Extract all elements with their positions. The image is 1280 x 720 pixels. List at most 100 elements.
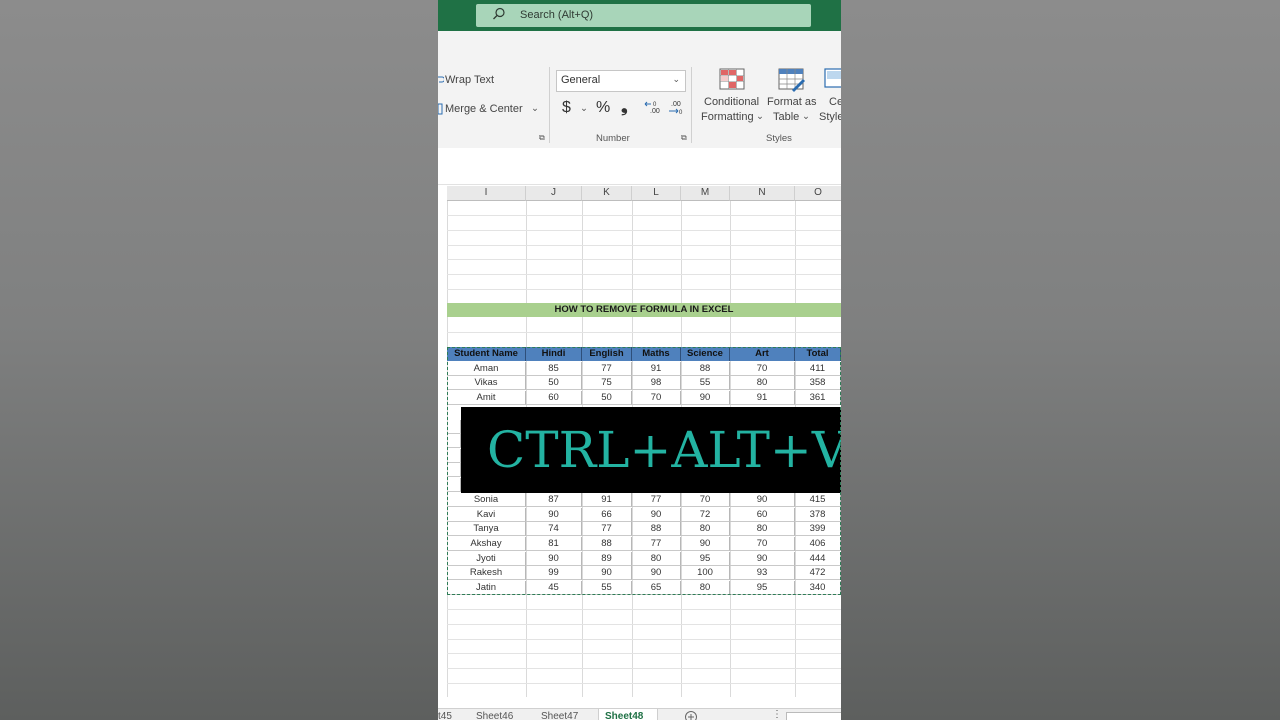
table-cell[interactable]: 72 bbox=[681, 508, 730, 522]
increase-decimal-icon[interactable]: .00 0 bbox=[644, 100, 662, 116]
table-cell[interactable]: 88 bbox=[632, 522, 681, 536]
table-cell[interactable]: 90 bbox=[730, 552, 795, 566]
decrease-decimal-icon[interactable]: .00 0 bbox=[666, 100, 684, 116]
table-cell[interactable]: 70 bbox=[730, 537, 795, 551]
table-header-cell[interactable]: English bbox=[582, 347, 632, 361]
table-cell[interactable]: 99 bbox=[526, 566, 582, 580]
table-cell[interactable]: 55 bbox=[582, 581, 632, 595]
table-cell[interactable]: Akshay bbox=[447, 537, 526, 551]
table-cell[interactable] bbox=[447, 434, 461, 448]
percent-style-button[interactable]: % bbox=[596, 99, 610, 117]
conditional-formatting-label-2[interactable]: Formatting bbox=[701, 111, 754, 123]
cell-styles-label[interactable]: Ce bbox=[829, 96, 841, 108]
table-cell[interactable] bbox=[447, 463, 461, 477]
column-header-N[interactable]: N bbox=[730, 186, 795, 201]
table-cell[interactable]: Kavi bbox=[447, 508, 526, 522]
table-cell[interactable]: 95 bbox=[730, 581, 795, 595]
cell-styles-label-2[interactable]: Style bbox=[819, 111, 841, 123]
table-cell[interactable]: 77 bbox=[582, 522, 632, 536]
table-cell[interactable]: 90 bbox=[582, 566, 632, 580]
table-cell[interactable]: 80 bbox=[730, 522, 795, 536]
table-cell[interactable]: 472 bbox=[795, 566, 841, 580]
number-format-select[interactable]: General ⌄ bbox=[556, 70, 686, 92]
table-cell[interactable]: 55 bbox=[681, 376, 730, 390]
table-cell[interactable]: 70 bbox=[632, 391, 681, 405]
table-cell[interactable]: 98 bbox=[632, 376, 681, 390]
table-cell[interactable]: 90 bbox=[526, 552, 582, 566]
table-cell[interactable]: 80 bbox=[681, 581, 730, 595]
table-cell[interactable]: Jatin bbox=[447, 581, 526, 595]
table-cell[interactable]: 66 bbox=[582, 508, 632, 522]
table-cell[interactable]: 95 bbox=[681, 552, 730, 566]
table-cell[interactable]: 77 bbox=[632, 493, 681, 507]
table-cell[interactable]: 85 bbox=[526, 362, 582, 376]
add-sheet-icon[interactable] bbox=[684, 710, 698, 720]
table-cell[interactable]: 406 bbox=[795, 537, 841, 551]
table-cell[interactable]: 90 bbox=[681, 391, 730, 405]
table-cell[interactable]: Aman bbox=[447, 362, 526, 376]
formula-bar-area[interactable] bbox=[438, 148, 841, 185]
table-cell[interactable]: 91 bbox=[632, 362, 681, 376]
table-cell[interactable]: 378 bbox=[795, 508, 841, 522]
table-cell[interactable]: 411 bbox=[795, 362, 841, 376]
table-cell[interactable] bbox=[447, 449, 461, 463]
wrap-text-button[interactable]: Wrap Text bbox=[445, 74, 494, 86]
table-cell[interactable]: 90 bbox=[632, 508, 681, 522]
table-cell[interactable]: 60 bbox=[526, 391, 582, 405]
table-cell[interactable]: 80 bbox=[730, 376, 795, 390]
number-dialog-launcher-icon[interactable]: ⧉ bbox=[681, 133, 687, 143]
table-cell[interactable]: Amit bbox=[447, 391, 526, 405]
sheet-title[interactable]: HOW TO REMOVE FORMULA IN EXCEL bbox=[447, 303, 841, 317]
table-cell[interactable]: 91 bbox=[582, 493, 632, 507]
table-cell[interactable]: 77 bbox=[582, 362, 632, 376]
table-cell[interactable]: 45 bbox=[526, 581, 582, 595]
table-cell[interactable]: 50 bbox=[582, 391, 632, 405]
horizontal-scrollbar[interactable] bbox=[786, 712, 841, 720]
table-cell[interactable]: 415 bbox=[795, 493, 841, 507]
table-cell[interactable]: 340 bbox=[795, 581, 841, 595]
table-cell[interactable]: Tanya bbox=[447, 522, 526, 536]
table-cell[interactable] bbox=[447, 420, 461, 434]
conditional-formatting-label[interactable]: Conditional bbox=[704, 96, 759, 108]
column-header-O[interactable]: O bbox=[795, 186, 841, 201]
table-cell[interactable]: 399 bbox=[795, 522, 841, 536]
table-cell[interactable]: Sonia bbox=[447, 493, 526, 507]
table-cell[interactable]: 90 bbox=[526, 508, 582, 522]
format-as-table-label-2[interactable]: Table bbox=[773, 111, 799, 123]
table-cell[interactable]: Rakesh bbox=[447, 566, 526, 580]
table-cell[interactable]: 444 bbox=[795, 552, 841, 566]
column-header-I[interactable]: I bbox=[447, 186, 526, 201]
table-header-cell[interactable]: Hindi bbox=[526, 347, 582, 361]
table-cell[interactable]: 80 bbox=[632, 552, 681, 566]
table-cell[interactable]: 361 bbox=[795, 391, 841, 405]
table-cell[interactable]: Jyoti bbox=[447, 552, 526, 566]
table-cell[interactable]: 70 bbox=[730, 362, 795, 376]
table-cell[interactable]: 100 bbox=[681, 566, 730, 580]
table-cell[interactable]: 80 bbox=[681, 522, 730, 536]
table-header-cell[interactable]: Science bbox=[681, 347, 730, 361]
table-cell[interactable]: 90 bbox=[681, 537, 730, 551]
table-cell[interactable]: 90 bbox=[632, 566, 681, 580]
table-header-cell[interactable]: Student Name bbox=[447, 347, 526, 361]
table-cell[interactable]: 77 bbox=[632, 537, 681, 551]
tab-sheet47[interactable]: Sheet47 bbox=[541, 711, 578, 720]
table-header-cell[interactable]: Total bbox=[795, 347, 841, 361]
table-header-cell[interactable]: Maths bbox=[632, 347, 681, 361]
tab-sheet48[interactable]: Sheet48 bbox=[605, 711, 643, 720]
more-options-icon[interactable]: ⋮ bbox=[772, 709, 782, 720]
format-as-table-label[interactable]: Format as bbox=[767, 96, 817, 108]
column-header-L[interactable]: L bbox=[632, 186, 681, 201]
merge-dropdown-chevron-icon[interactable]: ⌄ bbox=[531, 103, 539, 114]
column-header-J[interactable]: J bbox=[526, 186, 582, 201]
table-cell[interactable]: 87 bbox=[526, 493, 582, 507]
table-cell[interactable]: 358 bbox=[795, 376, 841, 390]
alignment-dialog-launcher-icon[interactable]: ⧉ bbox=[539, 133, 545, 143]
tab-sheet46[interactable]: Sheet46 bbox=[476, 711, 513, 720]
table-cell[interactable]: 89 bbox=[582, 552, 632, 566]
table-cell[interactable]: 50 bbox=[526, 376, 582, 390]
table-cell[interactable]: 65 bbox=[632, 581, 681, 595]
table-cell[interactable]: 60 bbox=[730, 508, 795, 522]
accounting-format-button[interactable]: $ bbox=[562, 99, 571, 117]
table-cell[interactable]: 90 bbox=[730, 493, 795, 507]
search-box[interactable]: Search (Alt+Q) bbox=[476, 4, 811, 27]
